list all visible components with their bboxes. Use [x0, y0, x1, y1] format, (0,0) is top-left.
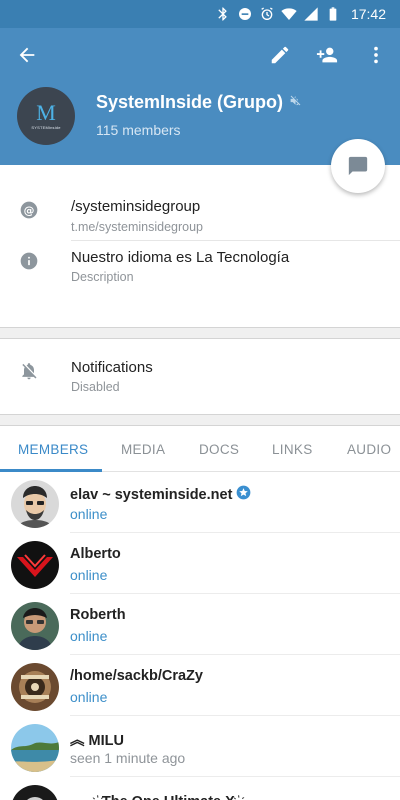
tab-links[interactable]: LINKS [272, 426, 313, 472]
group-logo-text: SYSTEMinside [31, 124, 61, 130]
member-status: seen 1 minute ago [70, 750, 186, 766]
member-name: ︽ MILU [70, 733, 124, 749]
group-link: t.me/systeminsidegroup [71, 220, 204, 234]
member-row[interactable]: /home/sackb/CraZy online [0, 655, 400, 716]
member-status: online [70, 628, 108, 644]
notifications-off-icon [19, 361, 39, 381]
description-label: Description [71, 270, 134, 284]
status-time: 17:42 [350, 6, 386, 22]
section-separator [0, 414, 400, 426]
notifications-value: Disabled [71, 380, 120, 394]
at-sign-icon: @ [19, 200, 39, 220]
group-title-row: SystemInside (Grupo) [96, 92, 302, 113]
add-user-icon [316, 47, 338, 63]
bluetooth-icon [215, 6, 231, 22]
tab-docs[interactable]: DOCS [199, 426, 239, 472]
description-row[interactable]: Nuestro idioma es La Tecnología Descript… [0, 241, 400, 327]
member-status: online [70, 689, 108, 705]
member-name: Alberto [70, 546, 121, 562]
member-name: /home/sackb/CraZy [70, 668, 203, 684]
more-options-button[interactable] [361, 40, 391, 70]
mute-icon [289, 94, 302, 112]
group-title: SystemInside (Grupo) [96, 92, 284, 112]
edit-pencil-icon [271, 46, 289, 64]
dnd-icon [237, 6, 253, 22]
notifications-row[interactable]: Notifications Disabled [0, 339, 400, 414]
group-avatar[interactable]: M SYSTEMinside [17, 87, 75, 145]
member-status: online [70, 567, 108, 583]
message-fab-button[interactable] [331, 139, 385, 193]
status-bar: 17:42 [0, 0, 400, 28]
member-name: elav ~ systeminside.net [70, 486, 233, 503]
avatar [11, 663, 59, 711]
alarm-icon [259, 6, 275, 22]
avatar [11, 480, 59, 528]
group-description: Nuestro idioma es La Tecnología [71, 249, 290, 266]
more-vert-icon [374, 46, 378, 64]
avatar [11, 724, 59, 772]
svg-text:@: @ [24, 204, 35, 217]
member-row[interactable]: elav ~ systeminside.net online [0, 472, 400, 533]
member-row[interactable]: Alberto online [0, 533, 400, 594]
info-section: @ /systeminsidegroup t.me/systeminsidegr… [0, 165, 400, 327]
member-count: 115 members [96, 122, 181, 138]
info-icon [19, 251, 39, 271]
member-status: online [70, 506, 108, 522]
member-name: Roberth [70, 607, 126, 623]
notifications-label: Notifications [71, 359, 153, 376]
avatar [11, 602, 59, 650]
chat-bubble-icon [348, 156, 368, 176]
shared-media-tabs: MEMBERS MEDIA DOCS LINKS AUDIO [0, 426, 400, 472]
back-arrow-icon [19, 47, 35, 63]
member-name: —ﾠ҉ The One Ultimate X ҉ ﾠ— [70, 790, 271, 800]
signal-icon [303, 6, 319, 22]
avatar [11, 785, 59, 800]
member-row[interactable]: Roberth online [0, 594, 400, 655]
back-button[interactable] [12, 40, 42, 70]
section-separator [0, 327, 400, 339]
toolbar [0, 28, 400, 82]
wifi-icon [281, 6, 297, 22]
edit-button[interactable] [265, 40, 295, 70]
tab-members[interactable]: MEMBERS [18, 426, 88, 472]
group-username: /systeminsidegroup [71, 198, 201, 215]
members-list: elav ~ systeminside.net online Alberto o… [0, 472, 400, 800]
tab-audio[interactable]: AUDIO [347, 426, 391, 472]
member-name-row: elav ~ systeminside.net [70, 485, 251, 504]
member-row[interactable]: ︽ MILU seen 1 minute ago [0, 716, 400, 777]
verified-badge-icon [236, 485, 251, 504]
add-member-button[interactable] [312, 40, 342, 70]
member-row[interactable]: —ﾠ҉ The One Ultimate X ҉ ﾠ— [0, 777, 400, 800]
tab-media[interactable]: MEDIA [121, 426, 165, 472]
group-logo: M [36, 99, 56, 125]
battery-icon [325, 6, 341, 22]
avatar [11, 541, 59, 589]
